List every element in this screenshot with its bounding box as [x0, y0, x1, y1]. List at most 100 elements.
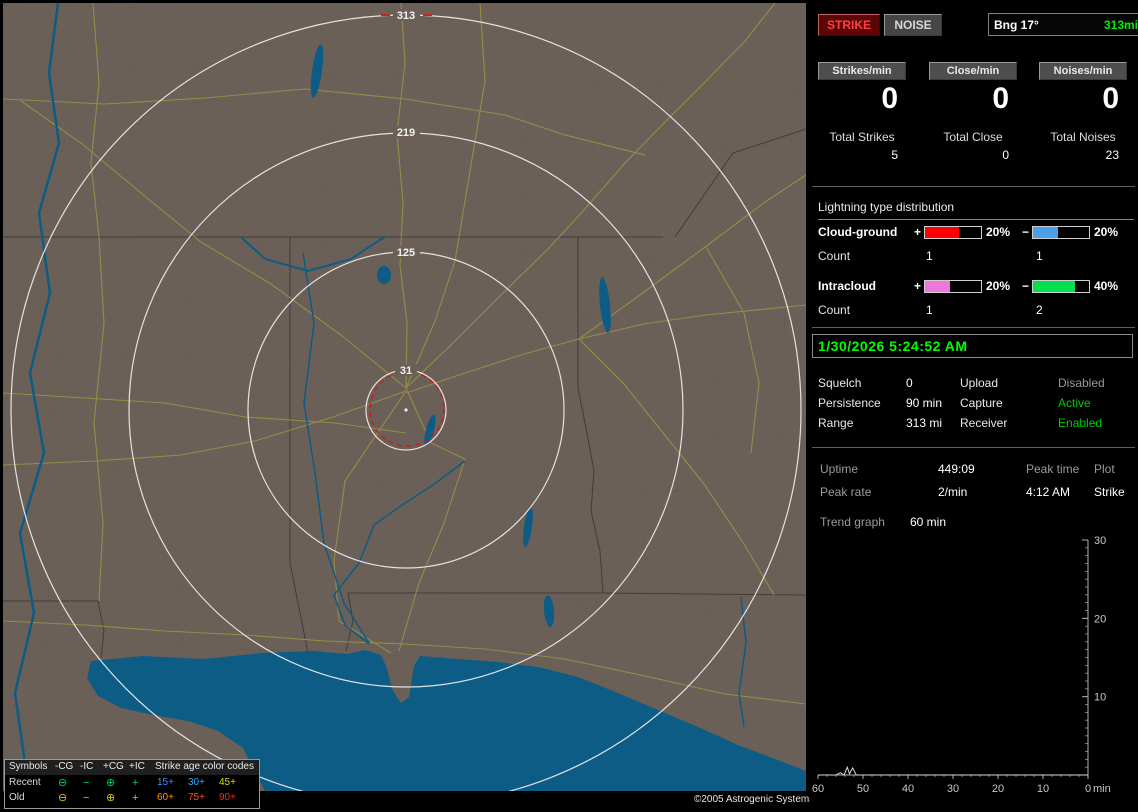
svg-text:10: 10 [1094, 692, 1106, 704]
age-chip: 15+ [157, 777, 174, 788]
stats-row: Uptime 449:09 Peak time Plot [810, 462, 1138, 478]
status-row: Persistence 90 min Capture Active [810, 396, 1138, 412]
svg-text:10: 10 [1037, 783, 1049, 795]
bearing-range-display: Bng 17° 313mi [988, 13, 1138, 36]
plus-cg-percent: 20% [986, 225, 1011, 239]
type-name: Intracloud [818, 279, 877, 293]
peak-rate-value: 2/min [938, 485, 968, 499]
neg-cg-symbol: ⊖ [58, 792, 68, 804]
trend-graph-label: Trend graph [820, 515, 885, 529]
lightning-map[interactable]: 313 219 125 31 [3, 3, 806, 791]
minus-ic-bar-fill [1033, 281, 1075, 292]
cloud-ground-row: Cloud-ground + 20% − 20% [810, 225, 1138, 239]
minus-ic-bar [1032, 280, 1090, 293]
close-counter: Close/min 0 Total Close 0 [929, 62, 1017, 182]
legend-header-neg-cg: -CG [55, 761, 74, 772]
minus-cg-percent: 20% [1094, 225, 1119, 239]
plus-ic-percent: 20% [986, 279, 1011, 293]
legend-header-pos-ic: +IC [129, 761, 145, 772]
svg-text:60: 60 [812, 783, 824, 795]
plus-ic-count: 1 [926, 303, 933, 317]
noises-counter: Noises/min 0 Total Noises 23 [1039, 62, 1127, 182]
uptime-value: 449:09 [938, 462, 975, 476]
total-close-label: Total Close [943, 130, 1003, 144]
receiver-label: Receiver [960, 416, 1008, 430]
bearing-value: Bng 17° [994, 17, 1039, 32]
copyright-label: ©2005 Astrogenic Systems [690, 793, 819, 806]
strike-trend-chart: 60 50 40 30 20 10 0 30 20 10 min [810, 535, 1138, 805]
type-name: Cloud-ground [818, 225, 898, 239]
plot-value: Strike [1094, 485, 1125, 499]
noises-per-min-value: 0 [1102, 82, 1119, 115]
minus-cg-bar [1032, 226, 1090, 239]
plus-sign: + [914, 279, 922, 293]
squelch-label: Squelch [818, 376, 862, 390]
minus-cg-bar-fill [1033, 227, 1059, 238]
receiver-status: Enabled [1058, 416, 1103, 430]
legend-row-old: Old ⊖ − ⊕ + 60+ 75+ 90+ [5, 791, 259, 806]
pos-ic-symbol: + [132, 792, 139, 804]
legend-row-label: Old [9, 792, 25, 803]
svg-text:40: 40 [902, 783, 914, 795]
neg-ic-symbol: − [83, 792, 90, 804]
trend-window-value: 60 min [910, 515, 947, 529]
close-per-min-button[interactable]: Close/min [929, 62, 1017, 80]
persistence-label: Persistence [818, 396, 881, 410]
separator [812, 327, 1135, 328]
ring-label-31: 31 [400, 365, 412, 377]
noise-mode-button[interactable]: NOISE [884, 14, 942, 36]
age-chip: 45+ [219, 777, 236, 788]
total-strikes-label: Total Strikes [829, 130, 895, 144]
peak-rate-label: Peak rate [820, 485, 872, 499]
ring-label-313: 313 [397, 10, 415, 22]
strikes-per-min-button[interactable]: Strikes/min [818, 62, 906, 80]
pos-cg-symbol: ⊕ [106, 792, 116, 804]
legend-row-label: Recent [9, 777, 41, 788]
trend-row: Trend graph 60 min [810, 515, 1138, 531]
noises-per-min-button[interactable]: Noises/min [1039, 62, 1127, 80]
minus-ic-percent: 40% [1094, 279, 1119, 293]
legend-row-recent: Recent ⊖ − ⊕ + 15+ 30+ 45+ [5, 776, 259, 791]
squelch-value: 0 [906, 376, 913, 390]
status-row: Range 313 mi Receiver Enabled [810, 416, 1138, 432]
total-noises-label: Total Noises [1050, 130, 1116, 144]
distribution-title: Lightning type distribution [818, 200, 1134, 220]
total-strikes-value: 5 [891, 148, 898, 162]
total-close-value: 0 [1002, 148, 1009, 162]
range-label: Range [818, 416, 854, 430]
age-chip: 90+ [219, 792, 236, 803]
range-value: 313 mi [906, 416, 943, 430]
capture-status: Active [1058, 396, 1091, 410]
pos-ic-symbol: + [132, 777, 139, 789]
svg-text:20: 20 [1094, 613, 1106, 625]
strikes-per-min-value: 0 [881, 82, 898, 115]
neg-ic-symbol: − [83, 777, 90, 789]
peak-time-label: Peak time [1026, 462, 1080, 476]
map-canvas: 313 219 125 31 [3, 3, 806, 791]
minus-sign: − [1022, 279, 1030, 293]
neg-cg-symbol: ⊖ [58, 777, 68, 789]
legend-header: Symbols -CG -IC +CG +IC Strike age color… [5, 760, 259, 775]
persistence-value: 90 min [906, 396, 943, 410]
svg-text:0: 0 [1085, 783, 1091, 795]
pos-cg-symbol: ⊕ [106, 777, 116, 789]
range-value: 313mi [1103, 17, 1138, 32]
plus-ic-bar [924, 280, 982, 293]
plot-label: Plot [1094, 462, 1115, 476]
uptime-label: Uptime [820, 462, 859, 476]
plus-cg-bar-fill [925, 227, 959, 238]
side-panel: STRIKE NOISE Bng 17° 313mi Strikes/min 0… [810, 0, 1138, 812]
plus-cg-count: 1 [926, 249, 933, 263]
receiver-center-marker [404, 408, 408, 412]
strike-mode-button[interactable]: STRIKE [818, 14, 880, 36]
separator [812, 186, 1135, 187]
count-label: Count [818, 249, 851, 263]
capture-label: Capture [960, 396, 1003, 410]
svg-text:30: 30 [947, 783, 959, 795]
symbols-legend: Symbols -CG -IC +CG +IC Strike age color… [4, 759, 260, 809]
datetime-value: 1/30/2026 5:24:52 AM [818, 338, 968, 354]
intracloud-count-row: Count 1 2 [810, 303, 1138, 317]
clock-display: 1/30/2026 5:24:52 AM [812, 334, 1133, 358]
svg-text:20: 20 [992, 783, 1004, 795]
svg-text:30: 30 [1094, 535, 1106, 547]
